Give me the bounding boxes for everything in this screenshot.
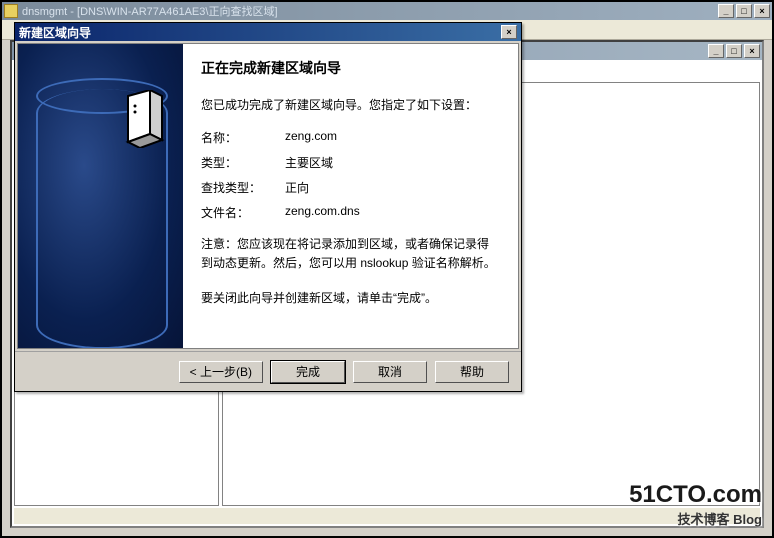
wizard-titlebar: 新建区域向导 × (15, 23, 521, 41)
main-window-controls: _ □ × (718, 4, 770, 18)
field-type-value: 主要区域 (285, 154, 333, 171)
field-type-row: 类型： 主要区域 (201, 154, 500, 171)
field-name-value: zeng.com (285, 129, 337, 146)
field-type-label: 类型： (201, 154, 285, 171)
wizard-button-bar: < 上一步(B) 完成 取消 帮助 (15, 351, 521, 391)
mdi-maximize-button[interactable]: □ (726, 44, 742, 58)
field-lookup-row: 查找类型： 正向 (201, 179, 500, 196)
help-button[interactable]: 帮助 (435, 361, 509, 383)
main-titlebar: dnsmgmt - [DNS\WIN-AR77A461AE3\正向查找区域] _… (2, 2, 772, 20)
main-window-title: dnsmgmt - [DNS\WIN-AR77A461AE3\正向查找区域] (22, 3, 714, 19)
finish-button[interactable]: 完成 (271, 361, 345, 383)
wizard-heading: 正在完成新建区域向导 (201, 58, 500, 78)
minimize-button[interactable]: _ (718, 4, 734, 18)
server-icon (120, 90, 166, 148)
cancel-button[interactable]: 取消 (353, 361, 427, 383)
wizard-banner (18, 44, 183, 348)
field-name-row: 名称： zeng.com (201, 129, 500, 146)
field-lookup-value: 正向 (285, 179, 309, 196)
wizard-content: 正在完成新建区域向导 您已成功完成了新建区域向导。您指定了如下设置： 名称： z… (183, 44, 518, 348)
field-file-row: 文件名： zeng.com.dns (201, 204, 500, 221)
main-window: dnsmgmt - [DNS\WIN-AR77A461AE3\正向查找区域] _… (2, 2, 772, 536)
wizard-close-instruction: 要关闭此向导并创建新区域，请单击“完成”。 (201, 289, 500, 306)
field-name-label: 名称： (201, 129, 285, 146)
field-file-label: 文件名： (201, 204, 285, 221)
wizard-title: 新建区域向导 (19, 24, 91, 41)
wizard-note: 注意：您应该现在将记录添加到区域，或者确保记录得到动态更新。然后，您可以用 ns… (201, 235, 500, 273)
mdi-close-button[interactable]: × (744, 44, 760, 58)
field-file-value: zeng.com.dns (285, 204, 360, 221)
back-button[interactable]: < 上一步(B) (179, 361, 263, 383)
mdi-minimize-button[interactable]: _ (708, 44, 724, 58)
wizard-intro: 您已成功完成了新建区域向导。您指定了如下设置： (201, 96, 500, 113)
maximize-button[interactable]: □ (736, 4, 752, 18)
app-icon (4, 4, 18, 18)
wizard-body: 正在完成新建区域向导 您已成功完成了新建区域向导。您指定了如下设置： 名称： z… (17, 43, 519, 349)
new-zone-wizard-dialog: 新建区域向导 × 正在完成新建区 (14, 22, 522, 392)
statusbar (14, 508, 760, 524)
close-button[interactable]: × (754, 4, 770, 18)
field-lookup-label: 查找类型： (201, 179, 285, 196)
wizard-close-button[interactable]: × (501, 25, 517, 39)
